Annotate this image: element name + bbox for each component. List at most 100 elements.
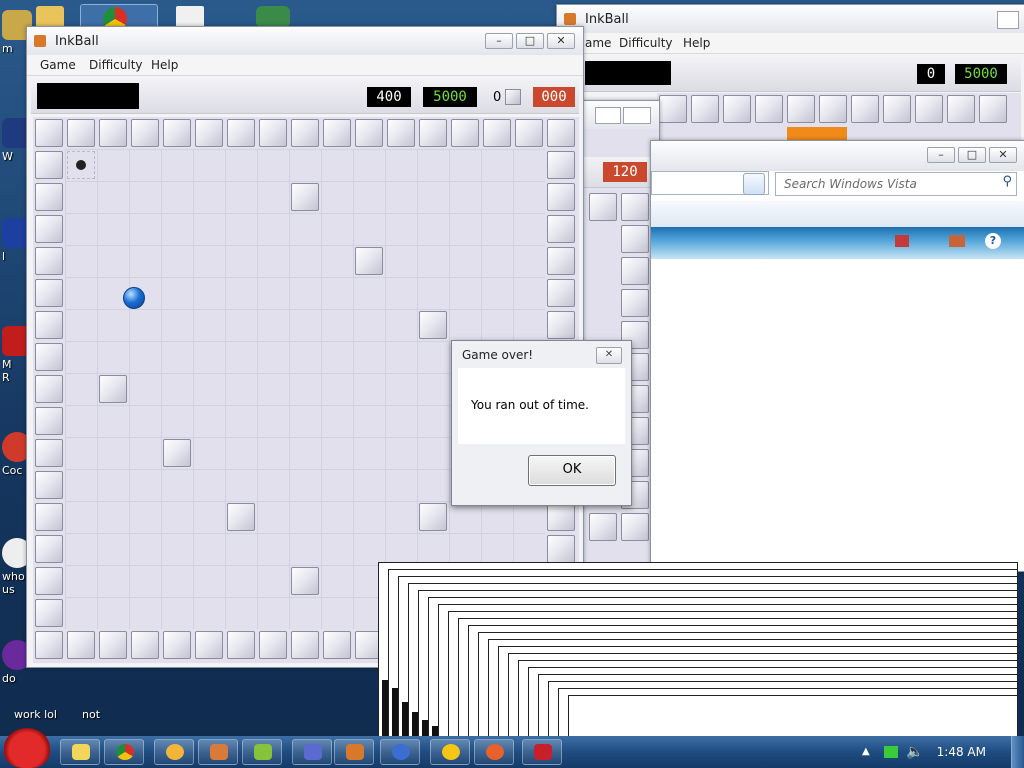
wall-tile <box>291 119 319 147</box>
ball-count: 0 <box>493 90 502 105</box>
taskbar-item[interactable] <box>522 739 562 765</box>
menu-difficulty[interactable]: Difficulty <box>89 58 143 72</box>
inner-wall-tile <box>99 375 127 403</box>
dialog-message: You ran out of time. <box>471 398 589 412</box>
score-display: 0 <box>917 64 945 84</box>
title-bar[interactable]: InkBall – □ ✕ <box>27 27 583 55</box>
help-icon[interactable]: ? <box>985 233 1001 249</box>
wall-tile <box>35 471 63 499</box>
close-icon[interactable] <box>623 107 651 124</box>
taskbar-item[interactable] <box>198 739 238 765</box>
start-button[interactable] <box>4 728 50 768</box>
menu-help[interactable]: Help <box>683 36 710 50</box>
status-display <box>585 61 671 85</box>
menu-bar: ame Difficulty Help <box>557 33 1024 54</box>
wall-tile <box>35 503 63 531</box>
show-desktop-button[interactable] <box>1011 736 1024 768</box>
wall-tile <box>355 119 383 147</box>
wall-tile <box>547 119 575 147</box>
wall-tile <box>67 119 95 147</box>
wall-tile <box>35 119 63 147</box>
game-board[interactable] <box>657 93 1021 145</box>
taskbar-item[interactable] <box>242 739 282 765</box>
maximize-icon[interactable] <box>595 107 621 124</box>
close-icon[interactable]: ✕ <box>989 147 1017 163</box>
inkball-app-icon <box>564 13 576 25</box>
wall-tile <box>621 193 649 221</box>
wall-tile <box>35 247 63 275</box>
inner-wall-tile <box>419 503 447 531</box>
desktop-icon-label: M R <box>2 358 12 384</box>
search-icon[interactable]: ⚲ <box>1002 174 1012 189</box>
wall-tile <box>387 119 415 147</box>
wall-tile <box>547 279 575 307</box>
wall-tile <box>35 151 63 179</box>
wall-tile <box>35 311 63 339</box>
menu-difficulty[interactable]: Difficulty <box>619 36 673 50</box>
menu-game[interactable]: ame <box>585 36 611 50</box>
close-icon[interactable] <box>997 11 1019 29</box>
command-bar: ? <box>651 227 1024 259</box>
wall-tile <box>35 183 63 211</box>
smiley-icon <box>442 744 460 760</box>
taskbar-item[interactable] <box>474 739 514 765</box>
tray-arrow-icon[interactable]: ▲ <box>862 746 870 757</box>
browser-window[interactable]: – □ ✕ ▼ Search Windows Vista ⚲ ? <box>650 140 1024 572</box>
maximize-icon[interactable]: □ <box>958 147 986 163</box>
inner-wall-tile <box>355 247 383 275</box>
wall-tile <box>589 193 617 221</box>
sun-icon <box>166 744 184 760</box>
taskbar-item-inkball[interactable] <box>334 739 374 765</box>
wall-tile <box>451 119 479 147</box>
wall-tile <box>787 95 815 123</box>
taskbar-item[interactable] <box>154 739 194 765</box>
taskbar-item[interactable] <box>430 739 470 765</box>
wall-tile <box>819 95 847 123</box>
inkball-app-icon <box>34 35 46 47</box>
network-icon[interactable] <box>884 746 898 758</box>
window-title: InkBall <box>585 12 629 27</box>
wall-tile <box>483 119 511 147</box>
refresh-icon[interactable] <box>743 173 765 195</box>
folder-icon[interactable] <box>36 6 64 28</box>
wall-tile <box>35 215 63 243</box>
close-icon[interactable]: ✕ <box>547 33 575 49</box>
mail-icon[interactable] <box>949 235 965 247</box>
hole-dot <box>76 160 86 170</box>
shield-icon[interactable] <box>256 6 290 28</box>
menu-game[interactable]: Game <box>40 58 76 72</box>
frame-edge-artifact <box>402 702 408 738</box>
menu-help[interactable]: Help <box>151 58 178 72</box>
wall-tile <box>131 631 159 659</box>
taskbar-item[interactable] <box>60 739 100 765</box>
title-bar[interactable]: InkBall <box>557 5 1024 33</box>
wall-tile <box>589 513 617 541</box>
dialog-body: You ran out of time. <box>458 368 625 444</box>
wall-tile <box>621 257 649 285</box>
title-bar[interactable]: – □ ✕ <box>651 141 1024 171</box>
status-display <box>37 83 139 109</box>
wall-tile <box>227 631 255 659</box>
inner-wall-tile <box>291 183 319 211</box>
wall-tile <box>195 631 223 659</box>
maximize-icon[interactable]: □ <box>516 33 544 49</box>
frog-icon <box>254 744 272 760</box>
taskbar-item[interactable] <box>380 739 420 765</box>
feeds-icon[interactable] <box>895 235 909 247</box>
taskbar-item[interactable] <box>292 739 332 765</box>
wall-tile <box>883 95 911 123</box>
search-box[interactable]: Search Windows Vista ⚲ <box>775 172 1017 196</box>
inner-wall-tile <box>291 567 319 595</box>
cards-icon[interactable] <box>176 6 204 28</box>
window-controls: – □ ✕ <box>924 147 1017 163</box>
inkball-app-icon <box>346 744 364 760</box>
volume-icon[interactable]: 🔈 <box>906 744 923 760</box>
minimize-icon[interactable]: – <box>485 33 513 49</box>
minimize-icon[interactable]: – <box>927 147 955 163</box>
close-icon[interactable]: ✕ <box>596 347 622 364</box>
taskbar-item[interactable] <box>104 739 144 765</box>
ok-button[interactable]: OK <box>528 455 616 486</box>
target-display: 5000 <box>423 87 477 107</box>
pdf-icon <box>534 744 552 760</box>
score-bar: 400 5000 0 000 <box>31 79 579 114</box>
